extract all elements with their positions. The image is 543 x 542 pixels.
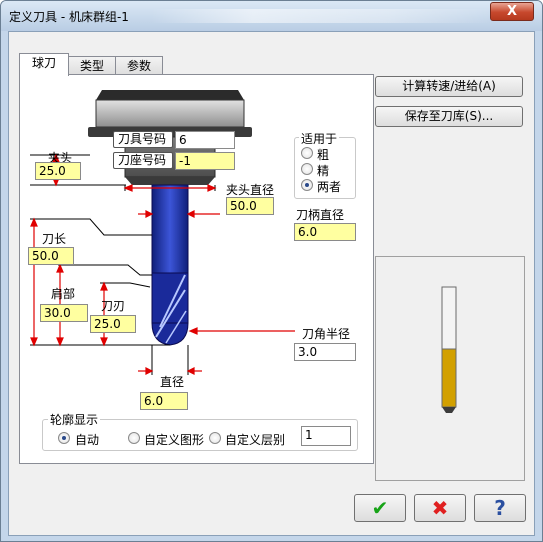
arrow-shank-dia-r-head <box>186 210 195 218</box>
length-label: 刀长 <box>42 232 67 246</box>
tab-parameters[interactable]: 参数 <box>115 56 163 76</box>
diameter-field[interactable]: 6.0 <box>140 392 188 410</box>
arrow-holder-dia-head-l <box>123 184 133 192</box>
tool-panel: 刀具号码 6 刀座号码 -1 适用于 粗 精 两者 夹头 25.0 夹头直径 5… <box>19 74 374 464</box>
save-to-library-button[interactable]: 保存至刀库(S)... <box>375 106 523 127</box>
dim-flute-ref <box>100 282 151 288</box>
contour-custom-level-radio[interactable] <box>209 432 221 444</box>
arrow-flute-head-top <box>100 281 108 291</box>
shoulder-field[interactable]: 30.0 <box>40 304 88 322</box>
apply-finish-label: 精 <box>317 164 330 178</box>
arrow-flute-head-bot <box>100 337 108 347</box>
tool-number-field[interactable]: 6 <box>175 131 235 149</box>
window-title: 定义刀具 - 机床群组-1 <box>9 10 129 24</box>
arrow-holder-dia-head-r <box>207 184 217 192</box>
cancel-button[interactable]: ✖ <box>414 494 466 522</box>
arrow-corner-head <box>188 327 198 335</box>
diameter-label: 直径 <box>160 375 185 389</box>
dialog-window: 定义刀具 - 机床群组-1 X 球刀 类型 参数 刀具号码 6 刀座号码 -1 … <box>0 0 543 542</box>
ok-button[interactable]: ✔ <box>354 494 406 522</box>
contour-custom-shape-radio[interactable] <box>128 432 140 444</box>
arrow-dia-l-head <box>145 367 154 375</box>
tool-number-label: 刀具号码 <box>113 131 173 148</box>
dialog-client: 球刀 类型 参数 刀具号码 6 刀座号码 -1 适用于 粗 精 两者 夹头 25… <box>8 31 535 536</box>
length-field[interactable]: 50.0 <box>28 247 74 265</box>
preview-cutter <box>441 348 457 408</box>
contour-auto-label: 自动 <box>75 433 100 447</box>
apply-rough-radio[interactable] <box>301 147 313 159</box>
arrow-length-head-top <box>30 217 38 227</box>
holder-top <box>96 90 244 100</box>
holder-number-field[interactable]: -1 <box>175 152 235 170</box>
flute-field[interactable]: 25.0 <box>90 315 136 333</box>
contour-display-title: 轮廓显示 <box>48 411 101 428</box>
shank-dia-label: 刀柄直径 <box>296 208 345 222</box>
arrow-dia-r-head <box>186 367 195 375</box>
holder-flange <box>95 99 245 128</box>
corner-radius-label: 刀角半径 <box>302 327 351 341</box>
close-button[interactable]: X <box>490 2 534 21</box>
calc-speed-feed-button[interactable]: 计算转速/进给(A) <box>375 76 523 97</box>
tool-shank <box>151 184 189 274</box>
title-bar: 定义刀具 - 机床群组-1 X <box>1 1 542 31</box>
holder-nose <box>125 177 215 185</box>
apply-finish-radio[interactable] <box>301 163 313 175</box>
shank-dia-field[interactable]: 6.0 <box>294 223 356 241</box>
apply-to-title: 适用于 <box>299 130 340 147</box>
arrow-shoulder-head-top <box>56 263 64 273</box>
holder-dia-label: 夹头直径 <box>226 183 275 197</box>
apply-both-radio[interactable] <box>301 179 313 191</box>
arrow-shank-dia-l-head <box>145 210 154 218</box>
tool-preview <box>375 256 525 481</box>
apply-rough-label: 粗 <box>317 148 330 162</box>
contour-custom-level-label: 自定义层别 <box>225 433 286 447</box>
tab-type[interactable]: 类型 <box>68 56 116 76</box>
arrow-shoulder-head-bot <box>56 337 64 347</box>
chuck-field[interactable]: 25.0 <box>35 162 81 180</box>
dim-shoulder-ref <box>58 264 152 276</box>
tab-ball-mill[interactable]: 球刀 <box>19 53 69 76</box>
contour-level-field[interactable]: 1 <box>301 426 351 446</box>
title-bar-glare <box>151 9 491 23</box>
help-button[interactable]: ? <box>474 494 526 522</box>
shoulder-label: 肩部 <box>51 287 76 301</box>
holder-dia-field[interactable]: 50.0 <box>226 197 274 215</box>
tool-preview-image <box>441 286 457 413</box>
holder-number-label: 刀座号码 <box>113 152 173 169</box>
contour-auto-radio[interactable] <box>58 432 70 444</box>
preview-tip <box>442 407 456 413</box>
apply-both-label: 两者 <box>317 180 342 194</box>
flute-label: 刀刃 <box>101 299 126 313</box>
preview-shank <box>441 286 457 350</box>
contour-custom-shape-label: 自定义图形 <box>144 433 205 447</box>
corner-radius-field[interactable]: 3.0 <box>294 343 356 361</box>
arrow-length-head-bot <box>30 337 38 347</box>
